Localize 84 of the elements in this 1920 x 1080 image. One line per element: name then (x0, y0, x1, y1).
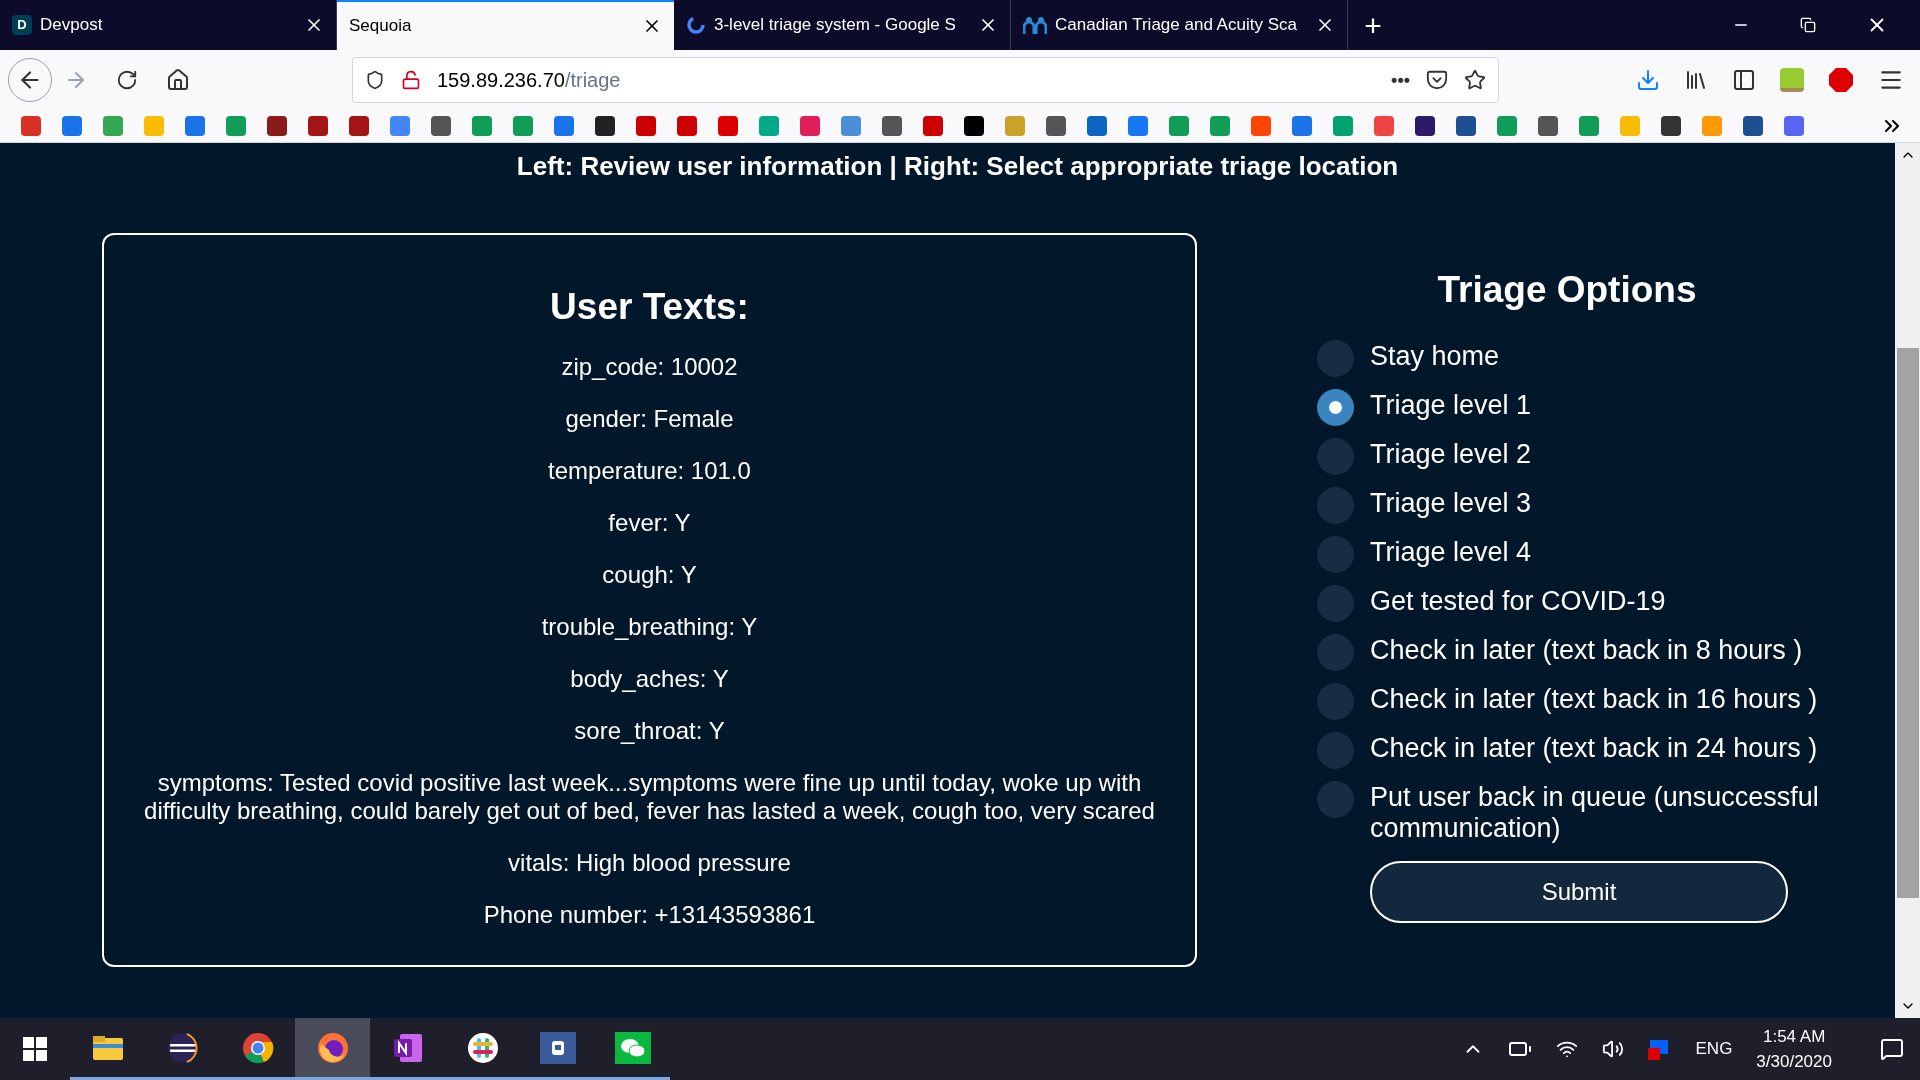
shield-icon (365, 70, 385, 90)
volume-icon[interactable] (1601, 1038, 1624, 1060)
download-icon[interactable] (1636, 68, 1660, 92)
radio-button[interactable] (1317, 731, 1354, 769)
scrollbar[interactable] (1895, 143, 1920, 1018)
radio-button[interactable] (1317, 535, 1354, 573)
people-icon (1023, 16, 1047, 34)
bookmark-icon[interactable] (1045, 115, 1067, 137)
tab-title: 3-level triage system - Google S (714, 14, 956, 37)
bookmark-icon[interactable] (430, 115, 452, 137)
library-icon[interactable] (1684, 68, 1708, 92)
bookmark-icon[interactable] (1537, 115, 1559, 137)
radio-button[interactable] (1317, 584, 1354, 622)
option-label[interactable]: Triage level 4 (1370, 536, 1830, 568)
radio-button[interactable] (1317, 388, 1354, 426)
bookmark-icon[interactable] (881, 115, 903, 137)
firefox-icon[interactable] (316, 1031, 349, 1064)
info-line: cough: Y (602, 560, 697, 589)
bookmark-icon[interactable] (307, 115, 329, 137)
bookmark-icon[interactable] (1455, 115, 1477, 137)
radio-button[interactable] (1317, 633, 1354, 671)
bookmark-icon[interactable] (1742, 115, 1764, 137)
info-line: gender: Female (565, 404, 734, 433)
tab-favicon: D (12, 15, 32, 35)
submit-button[interactable]: Submit (1370, 860, 1788, 923)
option-label[interactable]: Stay home (1370, 340, 1830, 372)
info-line: temperature: 101.0 (548, 456, 751, 485)
reload-icon[interactable] (116, 69, 138, 91)
address-bar[interactable]: 159.89.236.70/triage ••• (352, 57, 1499, 103)
hash-grid-icon[interactable] (466, 1031, 499, 1064)
info-line: Phone number: +13143593861 (483, 900, 816, 929)
info-line: body_aches: Y (570, 664, 729, 693)
bookmark-icon[interactable] (594, 115, 616, 137)
notifications-icon[interactable] (1880, 1037, 1904, 1061)
sidebar-icon[interactable] (1732, 68, 1756, 92)
option-label[interactable]: Check in later (text back in 8 hours ) (1370, 634, 1830, 666)
option-label[interactable]: Check in later (text back in 24 hours ) (1370, 732, 1830, 764)
options-title: Triage Options (1436, 268, 1698, 312)
option-label[interactable]: Check in later (text back in 16 hours ) (1370, 683, 1830, 715)
card-title: User Texts: (550, 285, 749, 329)
page-actions-button[interactable]: ••• (1391, 66, 1410, 94)
option-label[interactable]: Get tested for COVID-19 (1370, 585, 1830, 617)
bookmark-icon[interactable] (1660, 115, 1682, 137)
chat-bubbles-icon[interactable] (614, 1031, 651, 1064)
option-label[interactable]: Triage level 1 (1370, 389, 1830, 421)
chrome-icon[interactable] (241, 1031, 274, 1064)
radio-button[interactable] (1317, 780, 1354, 818)
info-line: sore_throat: Y (574, 716, 725, 745)
language-indicator[interactable]: ENG (1695, 1036, 1733, 1062)
folder-icon[interactable] (91, 1034, 124, 1061)
radio-button[interactable] (1317, 437, 1354, 475)
notebook-icon[interactable] (391, 1031, 424, 1064)
tab-title: Canadian Triage and Acuity Sca (1055, 14, 1297, 37)
info-line: trouble_breathing: Y (541, 612, 758, 641)
bookmark-icon[interactable] (348, 115, 370, 137)
option-label[interactable]: Triage level 3 (1370, 487, 1830, 519)
eclipse-icon[interactable] (166, 1031, 199, 1064)
info-line: zip_code: 10002 (561, 352, 738, 381)
pocket-icon[interactable] (1426, 69, 1448, 91)
bookmark-icon[interactable] (266, 115, 288, 137)
radio-button[interactable] (1317, 339, 1354, 377)
browser-tab[interactable]: Sequoia (337, 0, 674, 50)
new-tab-button[interactable]: + (1348, 0, 1398, 50)
bookmark-icon[interactable] (963, 115, 985, 137)
info-line: vitals: High blood pressure (508, 848, 791, 877)
info-line: symptoms: Tested covid positive last week...symptoms were fine up until today, woke up with difficulty breathing, could barely get out of bed, fever has lasted a week, cough too, very scared (143, 768, 1156, 825)
option-label[interactable]: Put user back in queue (unsuccessful communication) (1370, 781, 1830, 844)
clock-time[interactable]: 1:54 AM (1763, 1024, 1826, 1049)
info-line: fever: Y (608, 508, 691, 537)
app-icon[interactable] (539, 1031, 576, 1064)
radio-button[interactable] (1317, 682, 1354, 720)
option-label[interactable]: Triage level 2 (1370, 438, 1830, 470)
url-text: 159.89.236.70/triage (437, 68, 621, 93)
tab-title: Sequoia (349, 15, 412, 38)
radio-button[interactable] (1317, 486, 1354, 524)
home-icon[interactable] (166, 68, 190, 92)
windows-logo-icon[interactable] (23, 1037, 47, 1061)
star-icon[interactable] (1464, 69, 1486, 91)
stop-sign-icon[interactable] (1828, 67, 1854, 93)
bookmark-icon[interactable] (1414, 115, 1436, 137)
clock-date[interactable]: 3/30/2020 (1756, 1049, 1832, 1074)
page-heading: Left: Review user information | Right: Select appropriate triage location (515, 150, 1400, 183)
restore-icon[interactable] (1800, 17, 1816, 33)
tab-title: Devpost (40, 14, 103, 37)
